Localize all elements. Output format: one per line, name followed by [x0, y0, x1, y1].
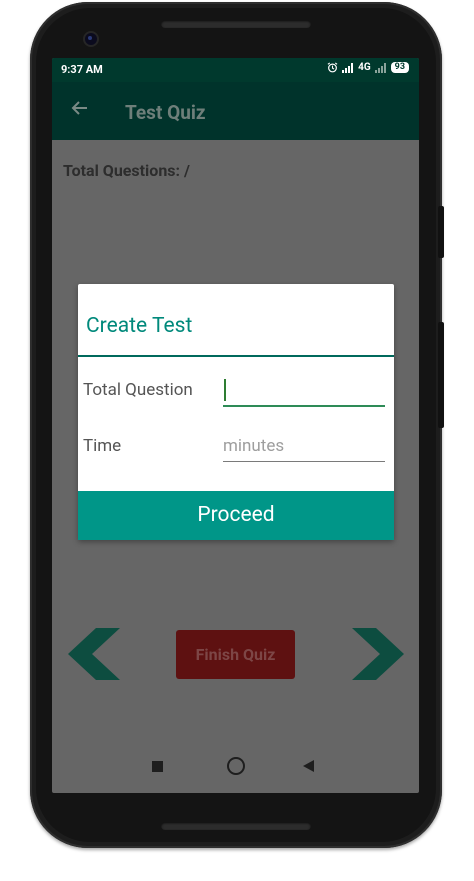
create-test-dialog: Create Test Total Question Time minutes … [78, 284, 394, 540]
status-bar: 9:37 AM 4G 93 [52, 58, 419, 82]
proceed-button[interactable]: Proceed [78, 491, 394, 540]
phone-screen: 9:37 AM 4G 93 Test Quiz Total Questions:… [52, 58, 419, 793]
chevron-left-icon[interactable] [66, 628, 122, 680]
battery-icon: 93 [390, 62, 409, 73]
status-icons: 4G 93 [327, 62, 409, 73]
time-label: Time [83, 436, 122, 456]
back-triangle-icon[interactable] [303, 760, 314, 772]
time-placeholder: minutes [223, 436, 285, 456]
text-cursor [224, 379, 226, 401]
arrow-back-icon[interactable] [70, 98, 92, 120]
total-question-input[interactable] [223, 375, 385, 407]
home-icon[interactable] [227, 757, 245, 775]
time-input[interactable]: minutes [223, 430, 385, 462]
dialog-divider [78, 355, 394, 357]
finish-quiz-button[interactable]: Finish Quiz [176, 630, 295, 679]
volume-button [438, 206, 444, 258]
app-bar: Test Quiz [52, 82, 419, 140]
signal-weak-icon [374, 62, 386, 73]
network-type: 4G [358, 62, 371, 73]
total-question-label: Total Question [83, 380, 193, 400]
chevron-right-icon[interactable] [350, 628, 406, 680]
signal-icon [342, 62, 354, 73]
dialog-title: Create Test [86, 314, 193, 338]
power-button [438, 322, 444, 428]
total-questions-label: Total Questions: / [63, 161, 190, 180]
recent-apps-icon[interactable] [152, 761, 163, 772]
top-speaker [161, 20, 311, 28]
page-title: Test Quiz [125, 101, 206, 124]
system-navigation-bar [52, 748, 419, 788]
alarm-icon [327, 62, 338, 73]
bottom-speaker [161, 822, 311, 830]
front-camera [85, 33, 97, 45]
status-time: 9:37 AM [61, 63, 103, 76]
